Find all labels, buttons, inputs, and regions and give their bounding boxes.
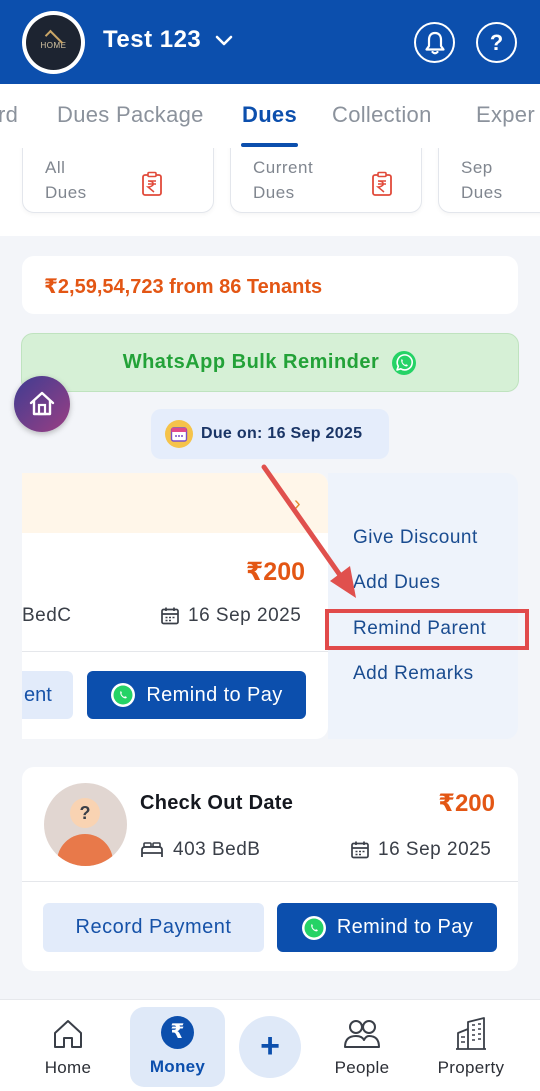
- nav-property[interactable]: Property: [423, 1000, 519, 1091]
- due-amount: ₹200: [438, 790, 495, 817]
- bed-icon: [141, 842, 163, 857]
- tenant-avatar: ?: [44, 783, 127, 866]
- property-avatar[interactable]: HOME: [22, 11, 85, 74]
- calendar-icon: [351, 841, 369, 859]
- nav-people[interactable]: People: [314, 1000, 410, 1091]
- due-amount: ₹200: [245, 558, 305, 586]
- tenant-due-card[interactable]: ? Check Out Date ₹200 403 BedB 16 Sep 20…: [22, 767, 518, 971]
- floating-home-button[interactable]: [14, 376, 70, 432]
- nav-home-label: Home: [44, 1058, 92, 1077]
- home-icon: [29, 391, 55, 416]
- notification-button[interactable]: [414, 22, 455, 63]
- app-header: HOME Test 123 ?: [0, 0, 540, 84]
- due-date-text: 16 Sep 2025: [188, 605, 302, 626]
- tab-dues[interactable]: Dues: [242, 102, 297, 128]
- nav-property-label: Property: [437, 1058, 505, 1077]
- card-label-line2: Dues: [253, 183, 295, 202]
- add-dues-action[interactable]: Add Dues: [353, 572, 440, 594]
- record-payment-button[interactable]: Record Payment: [43, 903, 264, 952]
- remind-to-pay-label: Remind to Pay: [146, 683, 283, 706]
- due-date: 16 Sep 2025: [350, 839, 491, 861]
- logo-image: HOME: [26, 15, 81, 70]
- bulk-reminder-label: WhatsApp Bulk Reminder: [122, 351, 380, 373]
- add-remarks-action[interactable]: Add Remarks: [353, 663, 474, 685]
- highlight-box: [325, 609, 529, 650]
- tab-dashboard[interactable]: rd: [0, 102, 18, 128]
- whatsapp-icon: [111, 683, 136, 707]
- add-button[interactable]: +: [239, 1016, 301, 1078]
- card-top-banner: [22, 473, 328, 533]
- card-label-line1: Current: [253, 158, 314, 177]
- give-discount-action[interactable]: Give Discount: [353, 527, 478, 549]
- people-icon: [344, 1020, 380, 1048]
- calendar-icon: [161, 607, 179, 625]
- bed-label: 403 BedB: [173, 839, 261, 860]
- tab-dues-package[interactable]: Dues Package: [57, 102, 204, 128]
- total-dues-text: ₹2,59,54,723 from 86 Tenants: [44, 276, 323, 298]
- remind-to-pay-label: Remind to Pay: [336, 916, 474, 938]
- building-icon: [456, 1017, 486, 1050]
- clipboard-rupee-icon: [142, 171, 162, 196]
- tab-collection[interactable]: Collection: [332, 102, 432, 128]
- nav-money-label: Money: [149, 1057, 206, 1076]
- clipboard-rupee-icon: [372, 171, 392, 196]
- tab-expenses[interactable]: Exper: [476, 102, 535, 128]
- card-label-line2: Dues: [461, 183, 503, 202]
- summary-cards-row[interactable]: All Dues Current Dues Sep Dues: [0, 148, 540, 236]
- home-icon: [54, 1020, 82, 1048]
- bed-info: 403 BedB: [140, 839, 260, 861]
- divider: [22, 651, 328, 652]
- summary-card-all-dues[interactable]: All Dues: [22, 148, 214, 213]
- plus-icon: +: [260, 1027, 280, 1065]
- help-button[interactable]: ?: [476, 22, 517, 63]
- summary-card-current-dues[interactable]: Current Dues: [230, 148, 422, 213]
- help-icon: ?: [489, 29, 504, 55]
- tab-bar: rd Dues Package Dues Collection Exper: [0, 84, 540, 148]
- whatsapp-bulk-reminder-button[interactable]: WhatsApp Bulk Reminder: [21, 333, 519, 392]
- swipe-actions-panel: Give Discount Add Dues Remind Parent Add…: [328, 473, 518, 739]
- nav-home[interactable]: Home: [20, 1000, 116, 1091]
- divider: [22, 881, 518, 882]
- remind-to-pay-button[interactable]: Remind to Pay: [87, 671, 306, 719]
- swiped-tenant-card[interactable]: › ₹200 BedC 16 Sep 2025 ent Remind to Pa…: [22, 473, 328, 739]
- due-date: 16 Sep 2025: [160, 605, 301, 627]
- card-label-line1: Sep: [461, 158, 493, 177]
- due-date-label: Due on: 16 Sep 2025: [201, 425, 363, 442]
- due-date-chip: Due on: 16 Sep 2025: [151, 409, 389, 459]
- summary-card-sep-dues[interactable]: Sep Dues: [438, 148, 540, 213]
- property-title[interactable]: Test 123: [103, 26, 201, 54]
- card-label-line2: Dues: [45, 183, 87, 202]
- record-payment-button[interactable]: ent: [22, 671, 73, 719]
- total-dues-summary: ₹2,59,54,723 from 86 Tenants: [22, 256, 518, 314]
- chevron-right-icon[interactable]: ›: [294, 493, 301, 516]
- calendar-icon: [165, 420, 193, 448]
- whatsapp-icon: [392, 350, 417, 375]
- rupee-icon: ₹: [161, 1016, 194, 1049]
- remind-to-pay-button[interactable]: Remind to Pay: [277, 903, 497, 952]
- tenant-name: Check Out Date: [140, 792, 294, 814]
- bottom-navigation: Home ₹ Money + People Property: [0, 999, 540, 1091]
- card-label-line1: All: [45, 158, 66, 177]
- bed-label: BedC: [22, 605, 72, 626]
- chevron-down-icon[interactable]: [213, 30, 235, 52]
- active-tab-indicator: [241, 143, 298, 147]
- nav-money[interactable]: ₹ Money: [130, 1007, 225, 1087]
- due-date-text: 16 Sep 2025: [378, 839, 492, 860]
- whatsapp-icon: [301, 915, 326, 940]
- nav-people-label: People: [334, 1058, 390, 1077]
- unknown-user-icon: ?: [70, 798, 100, 828]
- bell-icon: [424, 31, 445, 54]
